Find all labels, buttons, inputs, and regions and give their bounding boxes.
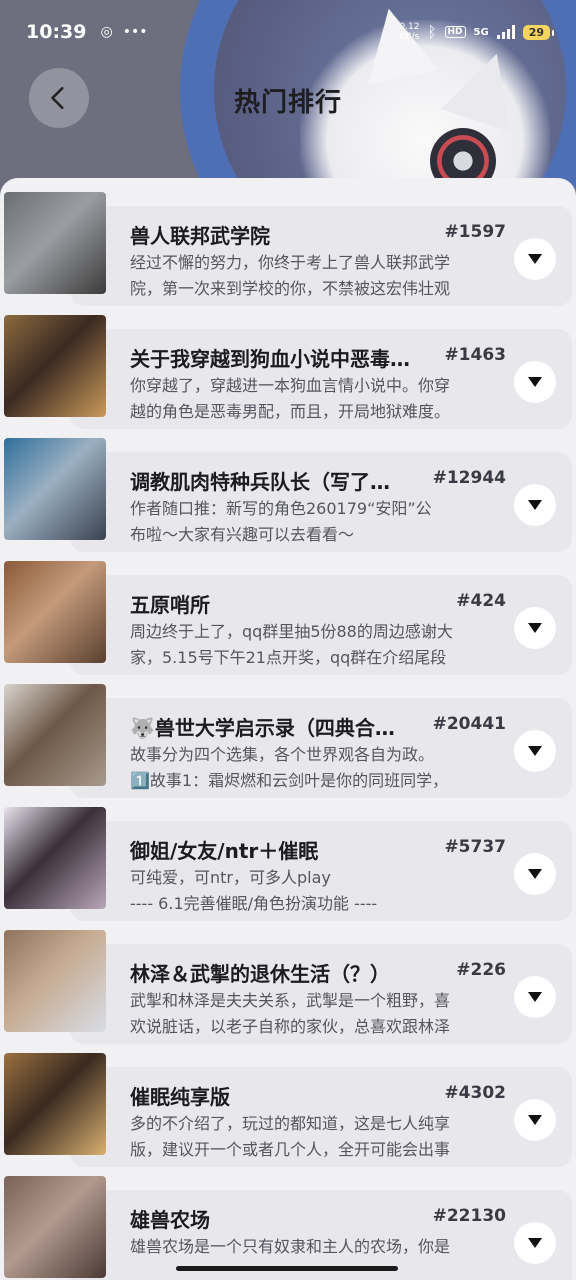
expand-button[interactable] xyxy=(514,730,556,772)
item-rank: #424 xyxy=(456,591,506,611)
ranking-list: 兽人联邦武学院 #1597 经过不懈的努力，你终于考上了兽人联邦武学 院，第一次来到学… xyxy=(0,178,576,1280)
item-rank: #12944 xyxy=(432,468,506,488)
item-description: 经过不懈的努力，你终于考上了兽人联邦武学 院，第一次来到学校的你，不禁被这宏伟壮观 xyxy=(130,250,508,302)
item-description: 可纯爱，可ntr，可多人play ---- 6.1完善催眠/角色扮演功能 ---- xyxy=(130,865,508,917)
expand-button[interactable] xyxy=(514,361,556,403)
item-rank: #5737 xyxy=(444,837,506,857)
item-rank: #4302 xyxy=(444,1083,506,1103)
description-line: 家，5.15号下午21点开奖，qq群在介绍尾段 xyxy=(130,648,447,667)
list-item[interactable]: 雄兽农场 #22130 雄兽农场是一个只有奴隶和主人的农场，你是 xyxy=(0,1176,576,1280)
description-line: 多的不介绍了，玩过的都知道，这是七人纯享 xyxy=(130,1114,451,1133)
character-thumbnail[interactable] xyxy=(4,1176,106,1278)
description-line: 欢说脏话，以老子自称的家伙，总喜欢跟林泽 xyxy=(130,1017,451,1036)
caret-down-icon xyxy=(528,746,542,756)
item-title: 御姐/女友/ntr＋催眠 xyxy=(130,839,319,863)
list-item[interactable]: 🐺兽世大学启示录（四典合… #20441 故事分为四个选集，各个世界观各自为政。 1️… xyxy=(0,684,576,798)
net-speed: 0.12 KB/s xyxy=(399,22,420,42)
description-line: ---- 6.1完善催眠/角色扮演功能 ---- xyxy=(130,894,378,913)
caret-down-icon xyxy=(528,992,542,1002)
character-thumbnail[interactable] xyxy=(4,1053,106,1155)
more-dots-icon: ••• xyxy=(122,24,148,40)
description-line: 院，第一次来到学校的你，不禁被这宏伟壮观 xyxy=(130,279,451,298)
expand-button[interactable] xyxy=(514,1222,556,1264)
description-line: 版，建议开一个或者几个人，全开可能会出事 xyxy=(130,1140,451,1159)
item-title: 调教肌肉特种兵队长（写了… xyxy=(130,470,390,494)
notification-icon: ◎ xyxy=(100,24,113,40)
description-line: 越的角色是恶毒男配，而且，开局地狱难度。 xyxy=(130,402,451,421)
list-item[interactable]: 林泽＆武掣的退休生活（？） #226 武掣和林泽是夫夫关系，武掣是一个粗野，喜 欢说脏… xyxy=(0,930,576,1044)
list-item[interactable]: 催眠纯享版 #4302 多的不介绍了，玩过的都知道，这是七人纯享 版，建议开一个或者几… xyxy=(0,1053,576,1167)
status-time: 10:39 xyxy=(26,21,87,43)
item-description: 雄兽农场是一个只有奴隶和主人的农场，你是 xyxy=(130,1234,508,1260)
character-thumbnail[interactable] xyxy=(4,807,106,909)
item-rank: #1597 xyxy=(444,222,506,242)
signal-icon xyxy=(496,25,515,39)
list-item[interactable]: 关于我穿越到狗血小说中恶毒… #1463 你穿越了，穿越进一本狗血言情小说中。你穿越… xyxy=(0,315,576,429)
description-line: 你穿越了，穿越进一本狗血言情小说中。你穿 xyxy=(130,376,451,395)
item-title: 林泽＆武掣的退休生活（？） xyxy=(130,962,390,986)
item-rank: #1463 xyxy=(444,345,506,365)
description-line: 1️⃣故事1：霜烬燃和云剑叶是你的同班同学， xyxy=(130,771,449,790)
description-line: 布啦～大家有兴趣可以去看看～ xyxy=(130,525,355,544)
caret-down-icon xyxy=(528,1115,542,1125)
item-title: 雄兽农场 xyxy=(130,1208,210,1232)
character-thumbnail[interactable] xyxy=(4,438,106,540)
description-line: 可纯爱，可ntr，可多人play xyxy=(130,868,331,887)
description-line: 故事分为四个选集，各个世界观各自为政。 xyxy=(130,745,435,764)
item-description: 周边终于上了，qq群里抽5份88的周边感谢大 家，5.15号下午21点开奖，qq群… xyxy=(130,619,508,671)
caret-down-icon xyxy=(528,869,542,879)
caret-down-icon xyxy=(528,500,542,510)
description-line: 武掣和林泽是夫夫关系，武掣是一个粗野，喜 xyxy=(130,991,451,1010)
character-thumbnail[interactable] xyxy=(4,315,106,417)
bluetooth-icon: ᛒ xyxy=(427,23,437,41)
item-title: 关于我穿越到狗血小说中恶毒… xyxy=(130,347,410,371)
item-rank: #22130 xyxy=(432,1206,506,1226)
page-title: 热门排行 xyxy=(233,88,342,118)
expand-button[interactable] xyxy=(514,976,556,1018)
description-line: 雄兽农场是一个只有奴隶和主人的农场，你是 xyxy=(130,1237,451,1256)
item-description: 作者随口推：新写的角色260179“安阳”公 布啦～大家有兴趣可以去看看～ xyxy=(130,496,508,548)
list-item[interactable]: 御姐/女友/ntr＋催眠 #5737 可纯爱，可ntr，可多人play ---- 6.… xyxy=(0,807,576,921)
item-title: 五原哨所 xyxy=(130,593,210,617)
caret-down-icon xyxy=(528,254,542,264)
list-item[interactable]: 兽人联邦武学院 #1597 经过不懈的努力，你终于考上了兽人联邦武学 院，第一次来到学… xyxy=(0,192,576,306)
character-thumbnail[interactable] xyxy=(4,561,106,663)
description-line: 周边终于上了，qq群里抽5份88的周边感谢大 xyxy=(130,622,453,641)
network-label: 5G xyxy=(473,26,489,38)
expand-button[interactable] xyxy=(514,1099,556,1141)
expand-button[interactable] xyxy=(514,238,556,280)
battery-icon: 29 xyxy=(522,24,555,40)
item-description: 武掣和林泽是夫夫关系，武掣是一个粗野，喜 欢说脏话，以老子自称的家伙，总喜欢跟林泽 xyxy=(130,988,508,1040)
list-item[interactable]: 调教肌肉特种兵队长（写了… #12944 作者随口推：新写的角色260179“安阳”… xyxy=(0,438,576,552)
item-description: 你穿越了，穿越进一本狗血言情小说中。你穿 越的角色是恶毒男配，而且，开局地狱难度。 xyxy=(130,373,508,425)
item-rank: #226 xyxy=(456,960,506,980)
character-thumbnail[interactable] xyxy=(4,192,106,294)
home-indicator[interactable] xyxy=(176,1266,398,1271)
character-thumbnail[interactable] xyxy=(4,930,106,1032)
description-line: 作者随口推：新写的角色260179“安阳”公 xyxy=(130,499,432,518)
item-rank: #20441 xyxy=(432,714,506,734)
character-thumbnail[interactable] xyxy=(4,684,106,786)
expand-button[interactable] xyxy=(514,607,556,649)
list-item[interactable]: 五原哨所 #424 周边终于上了，qq群里抽5份88的周边感谢大 家，5.15号下午2… xyxy=(0,561,576,675)
item-description: 多的不介绍了，玩过的都知道，这是七人纯享 版，建议开一个或者几个人，全开可能会出事 xyxy=(130,1111,508,1163)
caret-down-icon xyxy=(528,1238,542,1248)
item-title: 🐺兽世大学启示录（四典合… xyxy=(130,716,395,740)
expand-button[interactable] xyxy=(514,853,556,895)
expand-button[interactable] xyxy=(514,484,556,526)
item-title: 兽人联邦武学院 xyxy=(130,224,270,248)
hd-badge: HD xyxy=(444,26,466,38)
item-description: 故事分为四个选集，各个世界观各自为政。 1️⃣故事1：霜烬燃和云剑叶是你的同班同学… xyxy=(130,742,508,794)
item-title: 催眠纯享版 xyxy=(130,1085,230,1109)
status-bar: 10:39 ◎ ••• 0.12 KB/s ᛒ HD 5G 29 xyxy=(0,0,576,64)
caret-down-icon xyxy=(528,377,542,387)
description-line: 经过不懈的努力，你终于考上了兽人联邦武学 xyxy=(130,253,451,272)
caret-down-icon xyxy=(528,623,542,633)
